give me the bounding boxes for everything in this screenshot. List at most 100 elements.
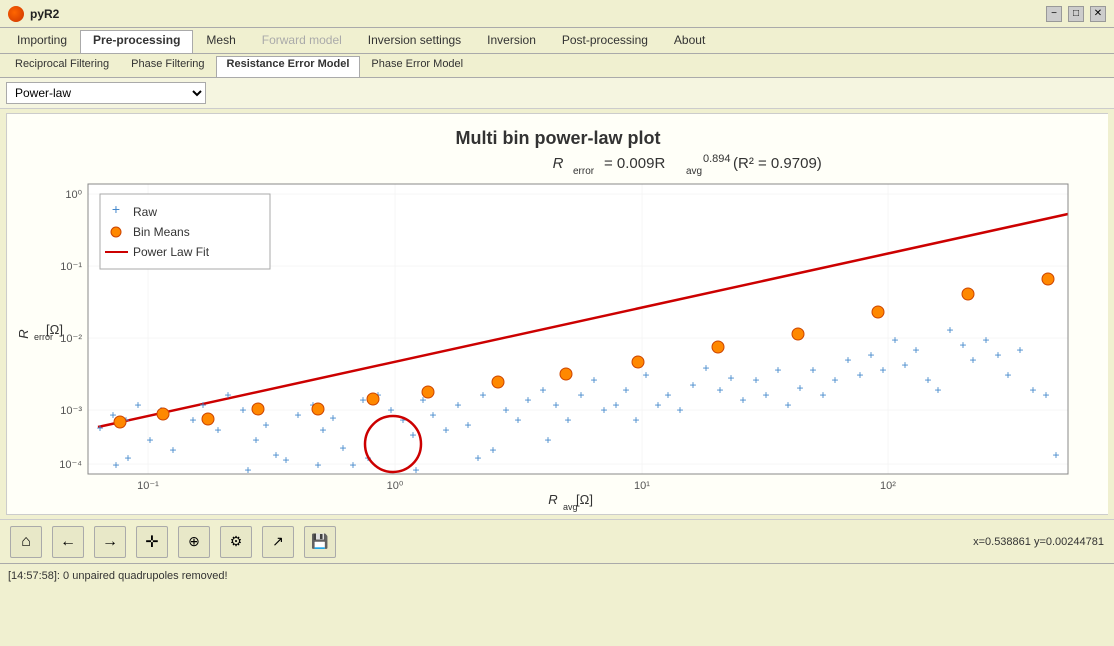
svg-text:+: + <box>577 388 584 402</box>
svg-text:+: + <box>314 458 321 472</box>
svg-text:+: + <box>879 363 886 377</box>
svg-text:+: + <box>429 408 436 422</box>
zoom-button[interactable]: ⊕ <box>178 526 210 558</box>
svg-text:+: + <box>969 353 976 367</box>
tab-mesh[interactable]: Mesh <box>193 30 248 53</box>
save-button[interactable]: 💾 <box>304 526 336 558</box>
home-button[interactable]: ⌂ <box>10 526 42 558</box>
svg-text:+: + <box>544 433 551 447</box>
svg-text:Raw: Raw <box>133 205 157 219</box>
tab-preprocessing[interactable]: Pre-processing <box>80 30 193 53</box>
svg-text:+: + <box>199 398 206 412</box>
minimize-button[interactable]: − <box>1046 6 1062 22</box>
svg-text:+: + <box>474 451 481 465</box>
svg-text:+: + <box>252 433 259 447</box>
close-button[interactable]: ✕ <box>1090 6 1106 22</box>
svg-text:+: + <box>112 458 119 472</box>
svg-text:+: + <box>774 363 781 377</box>
window-controls: − □ ✕ <box>1046 6 1106 22</box>
svg-text:+: + <box>349 458 356 472</box>
svg-text:+: + <box>552 398 559 412</box>
svg-text:+: + <box>600 403 607 417</box>
coordinates-display: x=0.538861 y=0.00244781 <box>973 536 1104 548</box>
svg-text:+: + <box>539 383 546 397</box>
svg-text:+: + <box>819 388 826 402</box>
svg-text:+: + <box>339 441 346 455</box>
svg-text:+: + <box>502 403 509 417</box>
svg-text:Bin Means: Bin Means <box>133 225 190 239</box>
subtab-resistance-error[interactable]: Resistance Error Model <box>216 56 361 77</box>
pan-button[interactable]: ✛ <box>136 526 168 558</box>
svg-text:+: + <box>262 418 269 432</box>
svg-text:+: + <box>796 381 803 395</box>
model-dropdown[interactable]: Power-law Linear Constant <box>6 82 206 104</box>
svg-text:+: + <box>1004 368 1011 382</box>
svg-text:+: + <box>622 383 629 397</box>
svg-text:+: + <box>716 383 723 397</box>
svg-text:+: + <box>856 368 863 382</box>
menu-tabs: Importing Pre-processing Mesh Forward mo… <box>0 28 1114 54</box>
chart-button[interactable]: ↗ <box>262 526 294 558</box>
svg-text:Power Law Fit: Power Law Fit <box>133 245 210 259</box>
subtab-reciprocal[interactable]: Reciprocal Filtering <box>4 56 120 77</box>
svg-text:+: + <box>224 388 231 402</box>
svg-text:+: + <box>1042 388 1049 402</box>
tab-about[interactable]: About <box>661 30 718 53</box>
plot-container: Multi bin power-law plot R error = 0.009… <box>6 113 1108 515</box>
svg-text:+: + <box>689 378 696 392</box>
svg-text:+: + <box>994 348 1001 362</box>
svg-text:+: + <box>1016 343 1023 357</box>
tab-forward-model[interactable]: Forward model <box>249 30 355 53</box>
svg-text:+: + <box>329 411 336 425</box>
tab-importing[interactable]: Importing <box>4 30 80 53</box>
svg-text:+: + <box>702 361 709 375</box>
app-icon <box>8 6 24 22</box>
svg-text:+: + <box>442 423 449 437</box>
svg-text:+: + <box>479 388 486 402</box>
svg-text:+: + <box>96 421 103 435</box>
svg-text:avg: avg <box>686 166 702 177</box>
maximize-button[interactable]: □ <box>1068 6 1084 22</box>
svg-text:= 0.009R: = 0.009R <box>604 155 665 172</box>
svg-text:R: R <box>16 329 31 338</box>
svg-text:+: + <box>912 343 919 357</box>
svg-text:10¹: 10¹ <box>634 480 650 492</box>
svg-text:+: + <box>282 453 289 467</box>
svg-text:10⁻¹: 10⁻¹ <box>137 480 159 492</box>
forward-button[interactable]: → <box>94 526 126 558</box>
svg-text:+: + <box>189 413 196 427</box>
svg-text:10⁰: 10⁰ <box>387 480 404 492</box>
svg-text:+: + <box>664 388 671 402</box>
settings-button[interactable]: ⚙ <box>220 526 252 558</box>
svg-text:+: + <box>676 403 683 417</box>
svg-text:+: + <box>982 333 989 347</box>
svg-text:+: + <box>134 398 141 412</box>
svg-text:+: + <box>632 413 639 427</box>
subtab-phase-error[interactable]: Phase Error Model <box>360 56 474 77</box>
subtab-phase-filtering[interactable]: Phase Filtering <box>120 56 215 77</box>
svg-text:10⁻⁴: 10⁻⁴ <box>59 459 82 471</box>
svg-text:+: + <box>654 398 661 412</box>
tab-inversion[interactable]: Inversion <box>474 30 549 53</box>
title-bar: pyR2 − □ ✕ <box>0 0 1114 28</box>
svg-text:+: + <box>901 358 908 372</box>
svg-text:+: + <box>934 383 941 397</box>
status-message: [14:57:58]: 0 unpaired quadrupoles remov… <box>8 570 228 582</box>
svg-text:+: + <box>831 373 838 387</box>
svg-text:+: + <box>946 323 953 337</box>
svg-text:+: + <box>739 393 746 407</box>
back-button[interactable]: ← <box>52 526 84 558</box>
tab-inversion-settings[interactable]: Inversion settings <box>355 30 474 53</box>
svg-text:+: + <box>489 443 496 457</box>
svg-text:+: + <box>564 413 571 427</box>
svg-text:+: + <box>124 451 131 465</box>
svg-text:10²: 10² <box>880 480 896 492</box>
svg-text:+: + <box>590 373 597 387</box>
dropdown-row: Power-law Linear Constant <box>0 78 1114 109</box>
svg-text:+: + <box>1029 383 1036 397</box>
svg-text:+: + <box>146 433 153 447</box>
main-plot-svg: Multi bin power-law plot R error = 0.009… <box>7 114 1109 514</box>
sub-tabs: Reciprocal Filtering Phase Filtering Res… <box>0 54 1114 78</box>
tab-postprocessing[interactable]: Post-processing <box>549 30 661 53</box>
svg-text:+: + <box>454 398 461 412</box>
